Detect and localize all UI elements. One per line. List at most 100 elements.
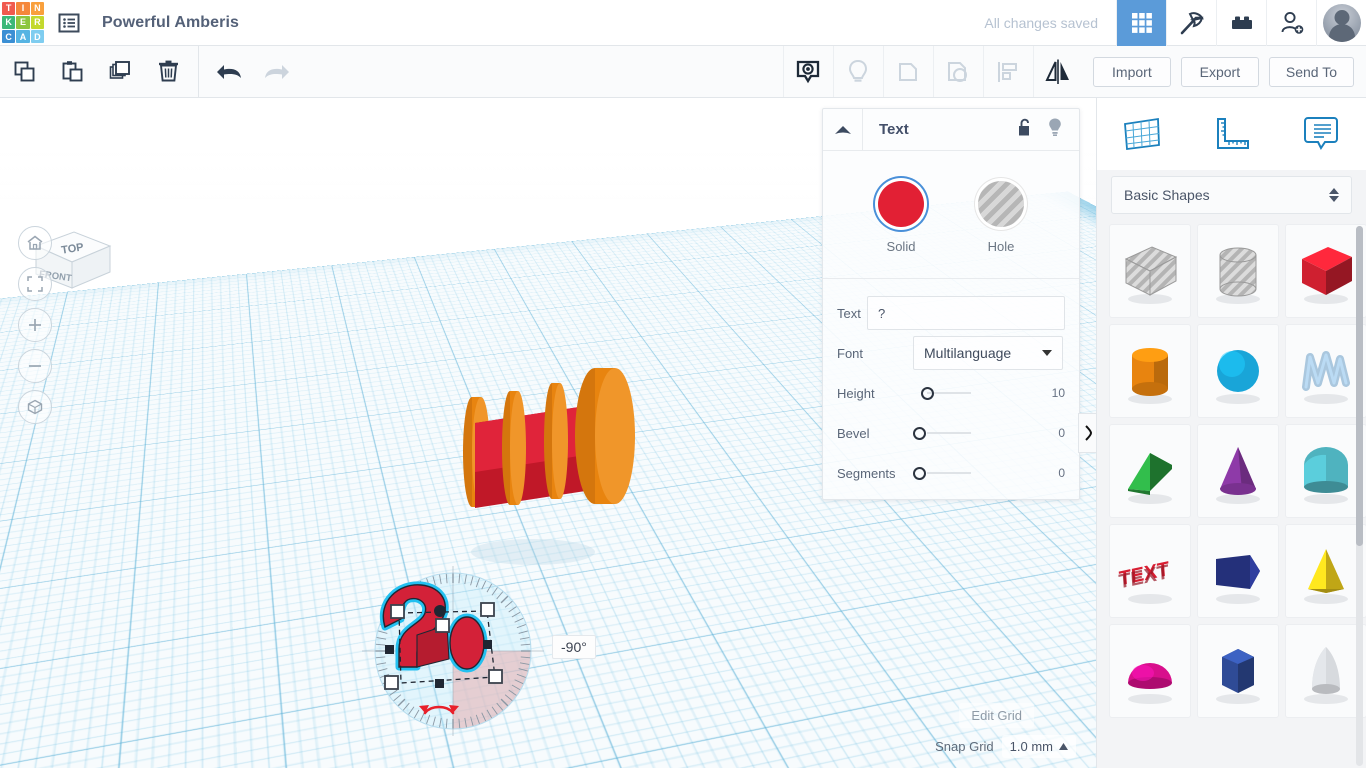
home-view-button[interactable]: [18, 226, 52, 260]
sphere-shape[interactable]: [1197, 324, 1279, 418]
half-sphere-shape[interactable]: [1109, 624, 1191, 718]
text-shape[interactable]: TEXT TEXT: [1109, 524, 1191, 618]
copy-button[interactable]: [0, 46, 48, 97]
mirror-flip-icon: [1045, 59, 1070, 84]
lightbulb-icon: [849, 59, 868, 82]
inspector-collapse-button[interactable]: [823, 109, 863, 150]
polygon-shape[interactable]: [1197, 524, 1279, 618]
selected-text-object[interactable]: [355, 563, 555, 743]
font-field-label: Font: [837, 345, 864, 361]
tube-shape[interactable]: [1285, 424, 1366, 518]
unlocked-padlock-icon: [1019, 118, 1029, 135]
cylinder-hole-shape[interactable]: [1197, 224, 1279, 318]
height-slider-handle[interactable]: [921, 386, 934, 400]
send-to-button[interactable]: Send To: [1268, 56, 1354, 87]
hex-prism-shape[interactable]: [1197, 624, 1279, 718]
segments-slider[interactable]: [913, 456, 1023, 490]
sidebar-collapse-tab[interactable]: [1078, 413, 1098, 453]
triangle-up-icon: [834, 125, 851, 134]
cylinder-shape[interactable]: [1109, 324, 1191, 418]
group-button[interactable]: [882, 46, 933, 97]
segments-value: 0: [1058, 466, 1065, 480]
edit-grid-button[interactable]: Edit Grid: [959, 703, 1034, 728]
segments-slider-handle[interactable]: [913, 466, 926, 480]
grid-squares-icon: [1131, 12, 1152, 33]
ruler-tool[interactable]: [1202, 108, 1260, 160]
lock-toggle-button[interactable]: [1017, 118, 1033, 142]
font-select[interactable]: Multilanguage: [913, 336, 1063, 370]
zoom-in-button[interactable]: [18, 308, 52, 342]
inspector-title: Text: [879, 121, 909, 138]
import-button[interactable]: Import: [1092, 56, 1171, 87]
app-header: TINKERCAD Powerful Amberis All changes s…: [0, 0, 1366, 46]
cone-shape[interactable]: [1197, 424, 1279, 518]
undo-button[interactable]: [205, 46, 253, 97]
light-toggle-button[interactable]: [1047, 117, 1063, 142]
plus-icon: [29, 319, 41, 331]
ruler-icon: [1217, 118, 1250, 149]
fit-frame-icon: [27, 276, 43, 292]
workplane-tool[interactable]: [1113, 108, 1171, 160]
delete-button[interactable]: [144, 46, 192, 97]
text-field-label: Text: [837, 305, 861, 321]
chevron-right-icon: [1084, 425, 1092, 441]
notes-tool[interactable]: [1292, 108, 1350, 160]
sidebar-scrollbar-thumb[interactable]: [1356, 226, 1363, 546]
shapes-sidebar: Basic Shapes TEXT TEXT: [1096, 98, 1366, 768]
logo-tile-e: E: [16, 15, 30, 30]
tinkercad-logo[interactable]: TINKERCAD: [0, 0, 46, 46]
paraboloid-shape[interactable]: [1285, 624, 1366, 718]
bevel-label: Bevel: [837, 425, 870, 441]
box-shape[interactable]: [1285, 224, 1366, 318]
dashboard-button[interactable]: [46, 0, 92, 46]
bevel-slider-track: [927, 432, 971, 434]
solid-color-swatch[interactable]: [878, 181, 924, 227]
export-button[interactable]: Export: [1180, 56, 1259, 87]
logo-tile-c: C: [2, 30, 16, 44]
scribble-shape[interactable]: [1285, 324, 1366, 418]
mirror-button[interactable]: [1032, 46, 1083, 97]
pyramid-shape[interactable]: [1285, 524, 1366, 618]
snap-grid-value: 1.0 mm: [1009, 739, 1053, 754]
inspector-header-icons: [1017, 117, 1079, 142]
segments-slider-track: [927, 472, 971, 474]
snap-grid-dropdown[interactable]: 1.0 mm: [1001, 735, 1076, 758]
height-label: Height: [837, 385, 875, 401]
solid-option[interactable]: Solid: [878, 181, 924, 254]
box-hole-shape[interactable]: [1109, 224, 1191, 318]
fit-to-view-button[interactable]: [18, 267, 52, 301]
home-icon: [27, 235, 43, 250]
height-slider[interactable]: [913, 376, 1023, 410]
redo-button[interactable]: [253, 46, 301, 97]
hole-swatch[interactable]: [978, 181, 1024, 227]
paste-button[interactable]: [48, 46, 96, 97]
zoom-out-button[interactable]: [18, 349, 52, 383]
duplicate-button[interactable]: [96, 46, 144, 97]
segments-slider-row: Segments 0: [837, 453, 1065, 493]
light-button[interactable]: [832, 46, 883, 97]
bevel-value: 0: [1058, 426, 1065, 440]
undo-arrow-icon: [217, 64, 241, 79]
logo-tile-k: K: [2, 15, 16, 30]
bricks-button[interactable]: [1216, 0, 1266, 46]
text-input[interactable]: [867, 296, 1065, 330]
perspective-toggle-button[interactable]: [18, 390, 52, 424]
snap-grid-label: Snap Grid: [935, 739, 994, 754]
hole-option[interactable]: Hole: [978, 181, 1024, 254]
height-value: 10: [1051, 386, 1065, 400]
bevel-slider-handle[interactable]: [913, 426, 926, 440]
shape-category-select[interactable]: Basic Shapes: [1111, 176, 1352, 214]
user-account-button[interactable]: [1316, 0, 1366, 46]
align-button[interactable]: [982, 46, 1033, 97]
blocks-view-button[interactable]: [1116, 0, 1166, 46]
spool-object[interactable]: [455, 360, 635, 570]
invite-people-button[interactable]: [1266, 0, 1316, 46]
clipboard-paste-icon: [62, 61, 82, 82]
hide-show-button[interactable]: [782, 46, 833, 97]
tinkercad-app: TINKERCAD Powerful Amberis All changes s…: [0, 0, 1366, 768]
project-title[interactable]: Powerful Amberis: [102, 14, 239, 32]
ungroup-button[interactable]: [932, 46, 983, 97]
wedge-shape[interactable]: [1109, 424, 1191, 518]
codeblocks-button[interactable]: [1166, 0, 1216, 46]
bevel-slider[interactable]: [913, 416, 1023, 450]
